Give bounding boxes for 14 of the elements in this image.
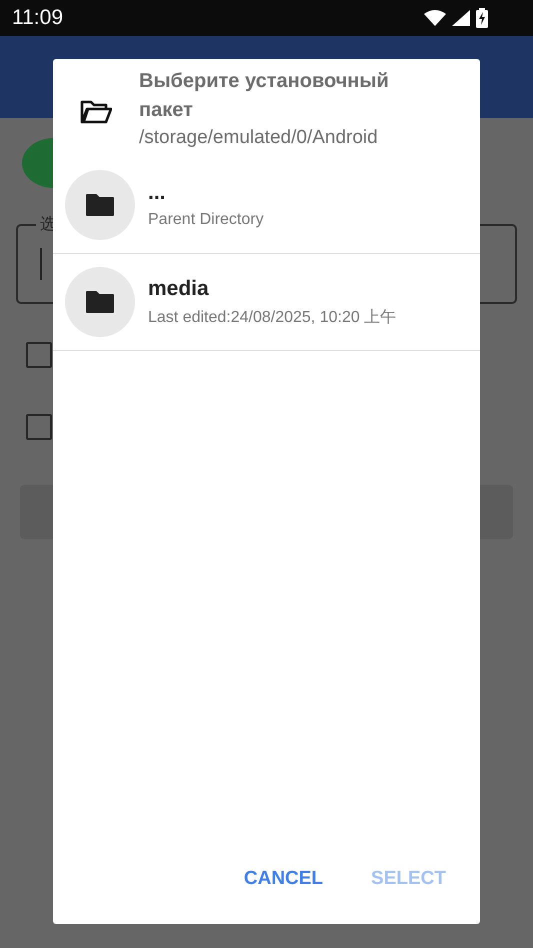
folder-name: media: [148, 276, 210, 300]
folder-list-item[interactable]: media Last edited:24/08/2025, 10:20 上午: [53, 254, 480, 351]
current-path: /storage/emulated/0/Android: [139, 127, 379, 149]
folder-name: ...: [148, 181, 167, 205]
cell-signal-icon: [452, 10, 470, 26]
folder-detail: Last edited:24/08/2025, 10:20 上午: [148, 308, 396, 328]
folder-list-item[interactable]: ... Parent Directory: [53, 157, 480, 254]
folder-detail: Parent Directory: [148, 211, 264, 229]
dialog-button[interactable]: CANCEL: [238, 864, 330, 894]
folder-open-icon: [80, 100, 112, 124]
dialog-title: Выберите установочный пакет: [139, 69, 390, 123]
clock-time: 11:09: [12, 6, 63, 30]
battery-charging-icon: [476, 8, 488, 28]
wifi-icon: [424, 10, 446, 26]
